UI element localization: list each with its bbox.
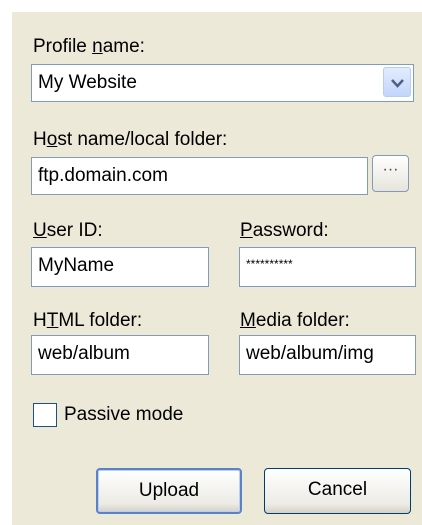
host-label: Host name/local folder:: [33, 129, 228, 150]
profile-name-label: Profile name:: [33, 36, 145, 57]
user-id-input[interactable]: MyName: [31, 247, 209, 287]
media-folder-input[interactable]: web/album/img: [239, 335, 416, 375]
browse-button[interactable]: ···: [372, 155, 409, 192]
cancel-button[interactable]: Cancel: [264, 468, 411, 514]
html-folder-input[interactable]: web/album: [31, 335, 209, 375]
password-label: Password:: [240, 220, 329, 241]
chevron-down-icon[interactable]: [383, 67, 411, 97]
upload-button[interactable]: Upload: [96, 468, 242, 514]
host-input[interactable]: ftp.domain.com: [31, 157, 368, 195]
passive-mode-checkbox[interactable]: [33, 403, 57, 427]
html-folder-label: HTML folder:: [33, 310, 143, 331]
passive-mode-label[interactable]: Passive mode: [64, 404, 183, 426]
password-input[interactable]: **********: [239, 247, 416, 287]
user-id-label: User ID:: [33, 220, 103, 241]
media-folder-label: Media folder:: [240, 310, 350, 331]
profile-name-combo[interactable]: My Website: [31, 64, 414, 102]
profile-name-value: My Website: [38, 72, 137, 93]
